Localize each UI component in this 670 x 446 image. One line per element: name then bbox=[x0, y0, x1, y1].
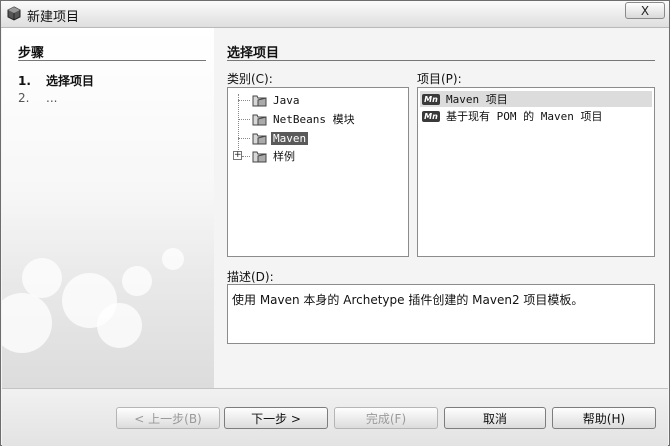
back-button[interactable]: < 上一步(B) bbox=[116, 407, 220, 429]
list-item-label: 基于现有 POM 的 Maven 项目 bbox=[446, 110, 603, 123]
step-label: ... bbox=[46, 91, 58, 105]
bokeh-decoration bbox=[122, 266, 152, 296]
tree-connector bbox=[238, 138, 250, 139]
step-label: 选择项目 bbox=[46, 74, 95, 88]
tree-item-netbeans-modules[interactable]: NetBeans 模块 bbox=[252, 111, 357, 127]
step-item-1: 1. 选择项目 bbox=[18, 72, 94, 89]
tree-connector bbox=[238, 100, 250, 101]
tree-item-maven[interactable]: Maven bbox=[252, 130, 309, 146]
tree-item-java[interactable]: Java bbox=[252, 92, 302, 108]
next-button[interactable]: 下一步 > bbox=[224, 407, 328, 429]
tree-connector bbox=[238, 94, 239, 154]
tree-connector bbox=[238, 119, 250, 120]
bokeh-decoration bbox=[97, 303, 142, 348]
list-item-maven-from-pom[interactable]: Mn 基于现有 POM 的 Maven 项目 bbox=[420, 108, 652, 124]
main-content: 选择项目 类别(C): 项目(P): Java NetBeans 模块 Mave… bbox=[215, 28, 669, 388]
steps-panel: 步骤 1. 选择项目 2.... bbox=[2, 28, 214, 388]
description-text: 使用 Maven 本身的 Archetype 插件创建的 Maven2 项目模板… bbox=[227, 284, 655, 344]
close-button[interactable]: X bbox=[625, 2, 665, 19]
categories-tree[interactable]: Java NetBeans 模块 Maven + 样例 bbox=[227, 87, 409, 257]
projects-label: 项目(P): bbox=[417, 72, 462, 86]
steps-title: 步骤 bbox=[18, 46, 45, 61]
section-divider bbox=[227, 60, 655, 61]
categories-label: 类别(C): bbox=[227, 72, 273, 86]
step-number: 2. bbox=[18, 91, 30, 105]
bokeh-decoration bbox=[2, 293, 52, 353]
maven-icon: Mn bbox=[422, 93, 440, 105]
folder-icon bbox=[252, 133, 267, 145]
step-item-2: 2.... bbox=[18, 91, 57, 105]
step-number: 1. bbox=[18, 74, 31, 88]
steps-divider bbox=[18, 60, 206, 61]
expand-plus-icon[interactable]: + bbox=[233, 151, 242, 160]
projects-list[interactable]: Mn Maven 项目 Mn 基于现有 POM 的 Maven 项目 bbox=[417, 87, 655, 257]
list-item-label: Maven 项目 bbox=[446, 93, 508, 106]
window-title: 新建项目 bbox=[27, 10, 80, 25]
tree-item-label: 样例 bbox=[273, 150, 295, 163]
folder-icon bbox=[252, 95, 267, 107]
tree-item-label: Java bbox=[273, 93, 300, 107]
finish-button[interactable]: 完成(F) bbox=[334, 407, 438, 429]
list-item-maven-project[interactable]: Mn Maven 项目 bbox=[420, 91, 652, 107]
cancel-button[interactable]: 取消 bbox=[444, 407, 546, 429]
button-bar: < 上一步(B) 下一步 > 完成(F) 取消 帮助(H) bbox=[2, 388, 668, 446]
tree-connector bbox=[242, 156, 250, 157]
description-label: 描述(D): bbox=[227, 270, 274, 284]
netbeans-cube-icon bbox=[7, 6, 21, 21]
folder-icon bbox=[252, 151, 267, 163]
tree-item-label: NetBeans 模块 bbox=[273, 113, 355, 126]
tree-item-samples[interactable]: 样例 bbox=[252, 148, 297, 164]
folder-icon bbox=[252, 114, 267, 126]
section-title: 选择项目 bbox=[227, 46, 280, 61]
title-bar: 新建项目 X bbox=[1, 1, 669, 28]
help-button[interactable]: 帮助(H) bbox=[552, 407, 656, 429]
maven-icon: Mn bbox=[422, 110, 440, 122]
bokeh-decoration bbox=[22, 258, 62, 298]
bokeh-decoration bbox=[162, 248, 184, 270]
tree-item-label: Maven bbox=[271, 131, 309, 145]
close-icon: X bbox=[640, 3, 650, 18]
new-project-dialog: 新建项目 X 步骤 1. 选择项目 2.... 选择项目 类别(C): 项目(P)… bbox=[0, 0, 670, 446]
